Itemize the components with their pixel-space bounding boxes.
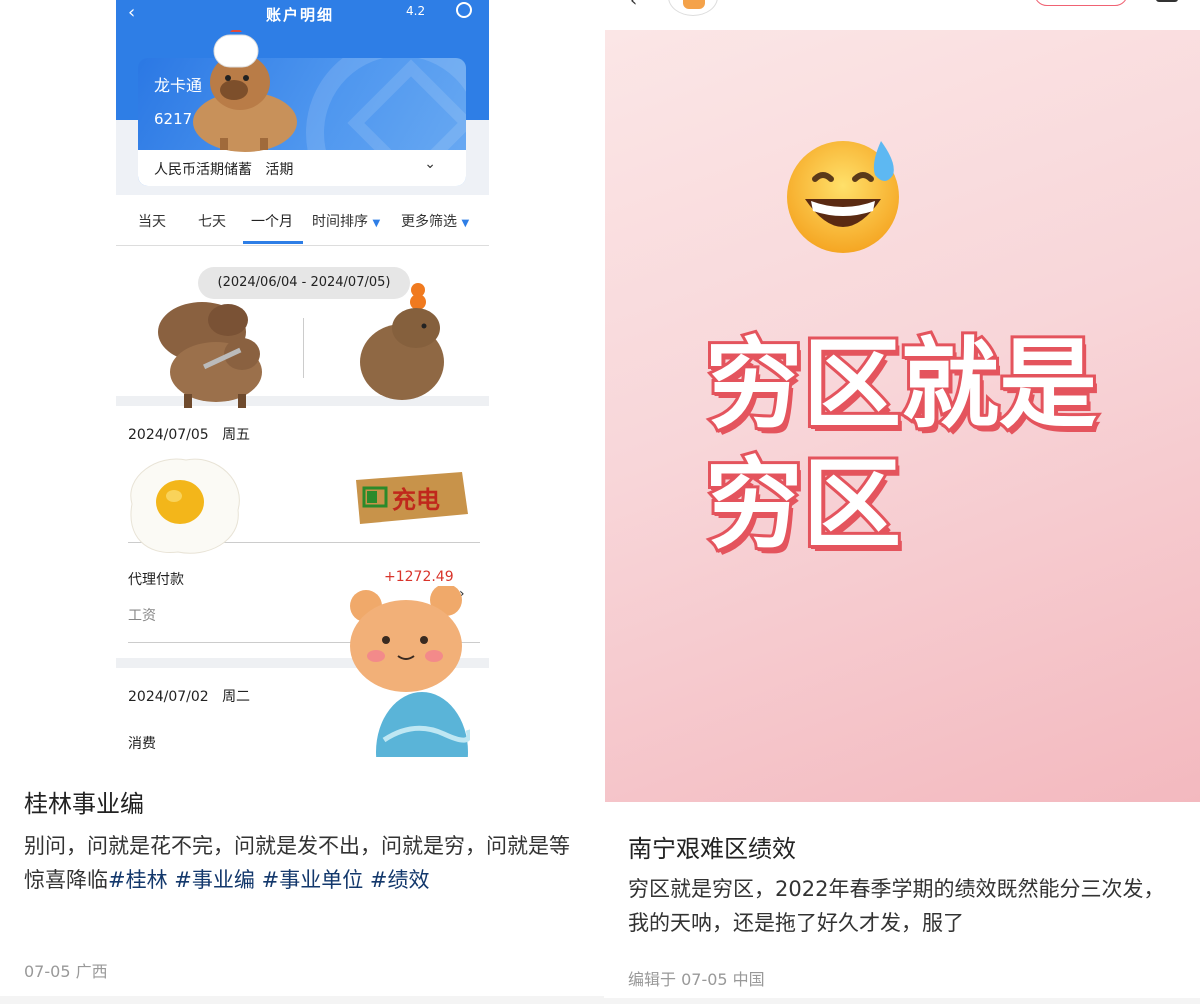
avatar[interactable] [668,0,718,16]
transaction-name: 消费 [128,736,156,752]
bank-header: ‹ 账户明细 4.2 龙卡通 6217 人民币活期储蓄 活期 ⌄ [116,0,489,195]
group-date: 2024/07/05 周五 [128,427,251,443]
active-tab-underline [243,241,303,244]
grinning-sweat-emoji-icon [787,141,899,253]
share-icon[interactable] [1156,0,1178,2]
bank-app-screenshot: ‹ 账户明细 4.2 龙卡通 6217 人民币活期储蓄 活期 ⌄ 当天 七天 一… [116,0,489,757]
chevron-down-icon: ⌄ [424,156,436,172]
back-arrow-icon[interactable]: ‹ [630,0,637,11]
back-arrow-icon: ‹ [128,2,136,23]
hashtag-link[interactable]: #事业单位 [262,868,364,892]
post-body: 别问，问就是花不完，问就是发不出，问就是穷，问就是等惊喜降临#桂林 #事业编 #… [24,834,570,892]
sort-triangle-icon: ▼ [372,218,381,229]
capybara-sticker [158,302,262,408]
post-card-right[interactable]: ‹ 穷区就是 穷区 南宁艰难区绩效 穷区就是穷区，2022年春季学期的绩效既然能… [604,0,1200,1004]
capybara-sticker [360,283,444,400]
post-title[interactable]: 南宁艰难区绩效 [628,829,796,864]
settings-circle-icon [456,2,472,18]
charging-sign-text: 充电 [392,486,440,514]
fried-egg-sticker [130,458,240,554]
author-bar: ‹ [604,0,1200,30]
transaction-amount: +1272.49 [384,569,454,585]
card-account-row: 人民币活期储蓄 活期 ⌄ [138,150,466,186]
group-date: 2024/07/02 周二 [128,689,251,705]
capybara-sticker [193,30,297,152]
bear-sticker [350,586,462,692]
post-meta: 07-05 广西 [24,962,108,981]
account-type-label: 人民币活期储蓄 活期 [154,162,294,178]
post-meta: 编辑于 07-05 中国 [628,970,765,989]
bank-nav-version: 4.2 [406,4,426,18]
hashtag-link[interactable]: #桂林 [108,868,168,892]
hashtag-link[interactable]: #事业编 [174,868,255,892]
sort-triangle-icon: ▼ [461,218,470,229]
post-body: 穷区就是穷区，2022年春季学期的绩效既然能分三次发，我的天呐，还是拖了好久才发… [628,877,1165,935]
divider [604,998,1200,1004]
blue-egg-sticker [376,692,470,757]
tab-time-sort: 时间排序 ▼ [312,214,381,230]
tab-more-filter: 更多筛选 ▼ [401,214,470,230]
card-number: 6217 [154,110,193,128]
charging-sign-sticker: 充电 [356,472,468,524]
bank-card: 龙卡通 6217 人民币活期储蓄 活期 ⌄ [138,58,466,186]
filter-tabs: 当天 七天 一个月 时间排序 ▼ 更多筛选 ▼ [116,198,489,246]
bank-nav-title: 账户明细 [266,6,335,24]
post-title[interactable]: 桂林事业编 [24,784,144,819]
post-card-left[interactable]: ‹ 账户明细 4.2 龙卡通 6217 人民币活期储蓄 活期 ⌄ 当天 七天 一… [0,0,604,1004]
divider [0,996,604,1004]
feed-view: ‹ 账户明细 4.2 龙卡通 6217 人民币活期储蓄 活期 ⌄ 当天 七天 一… [0,0,1200,1004]
tab-one-month: 一个月 [251,214,293,230]
cover-headline-line2: 穷区 [702,445,904,565]
transaction-note: 工资 [128,608,156,624]
hashtag-link[interactable]: #绩效 [370,868,430,892]
tab-seven-days: 七天 [198,214,226,230]
tab-today: 当天 [138,214,166,230]
bank-nav-bar: ‹ 账户明细 4.2 [116,0,489,34]
follow-button[interactable] [1034,0,1128,6]
transaction-name: 代理付款 [128,572,184,588]
divider [303,318,304,378]
post-cover-image[interactable]: 穷区就是 穷区 [605,30,1200,802]
